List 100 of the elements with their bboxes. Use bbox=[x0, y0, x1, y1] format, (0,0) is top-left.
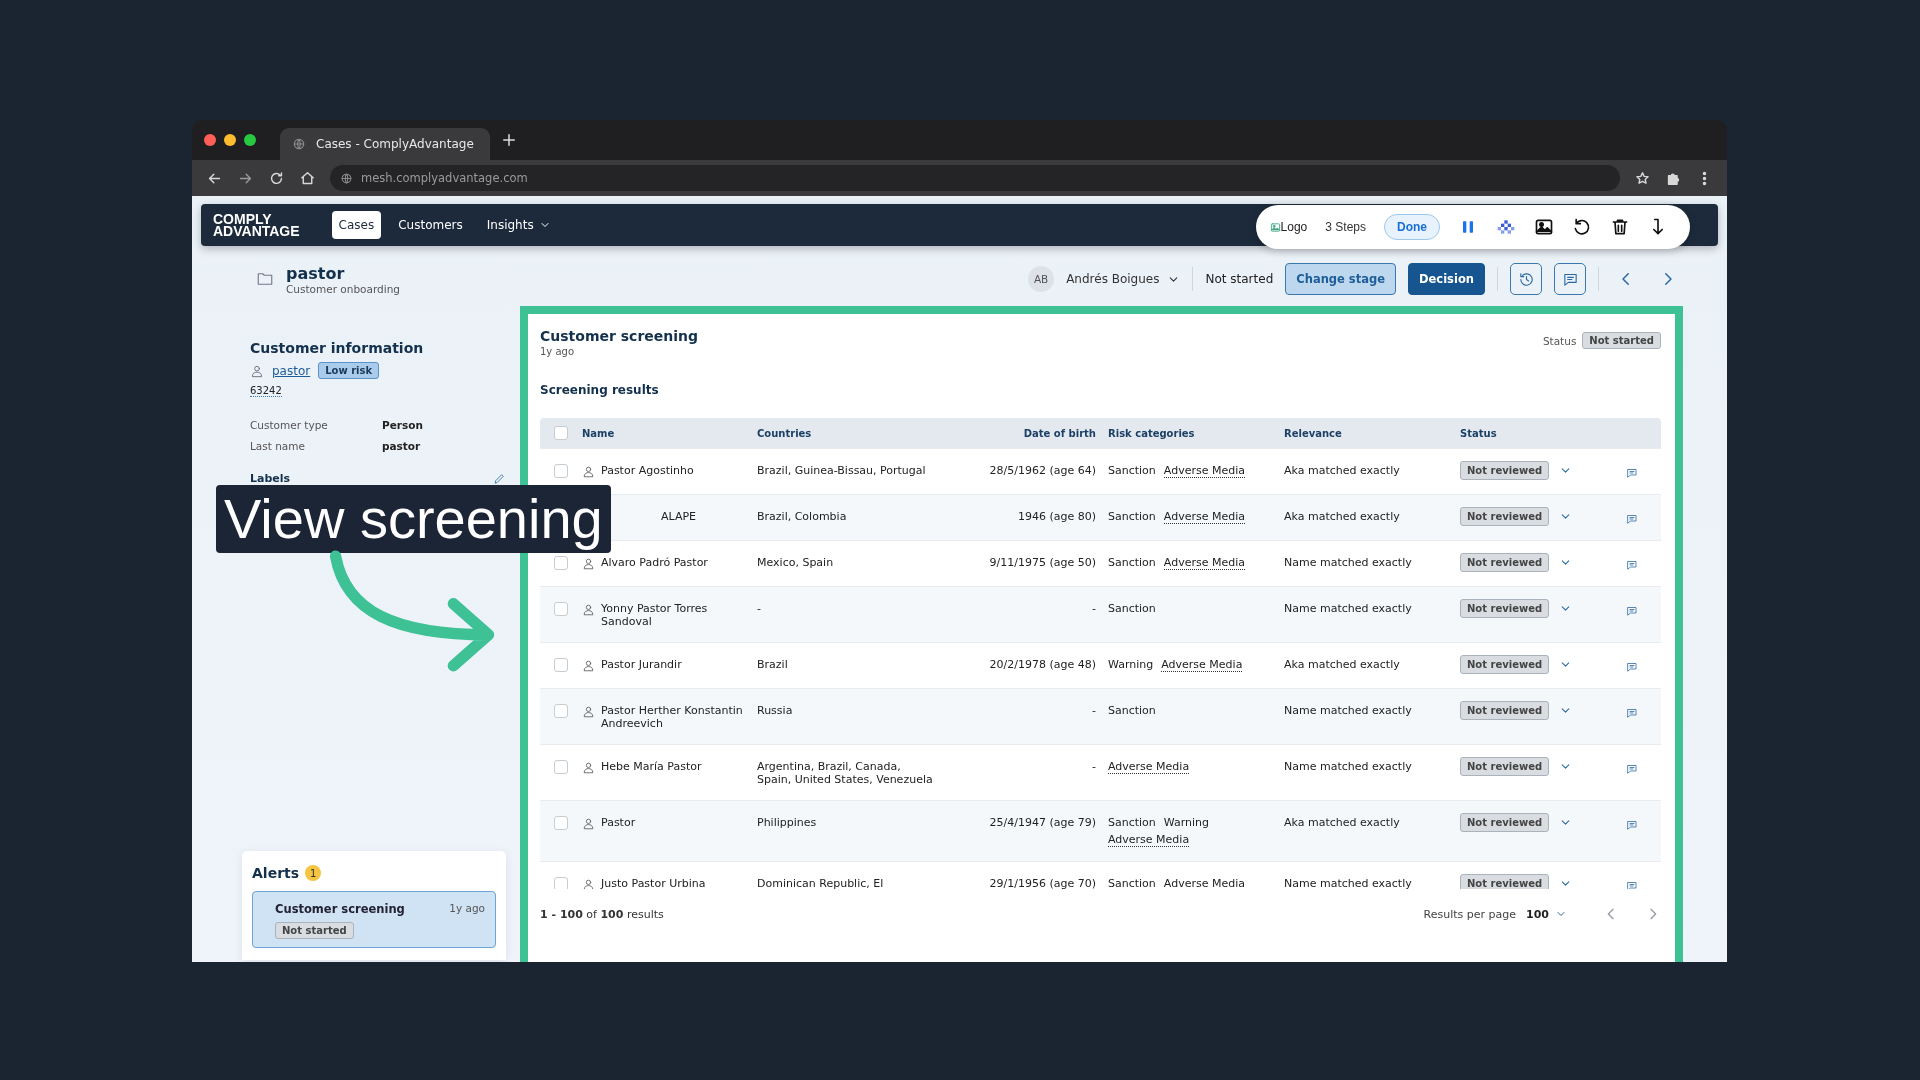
nav-tab[interactable]: Cases bbox=[331, 211, 382, 239]
panel-title: Customer screening bbox=[540, 328, 699, 344]
risk-tag: Sanction bbox=[1108, 464, 1156, 477]
risk-link[interactable]: Adverse Media bbox=[1108, 760, 1190, 774]
comment-icon[interactable] bbox=[1625, 880, 1638, 889]
comments-button[interactable] bbox=[1554, 263, 1586, 295]
comment-icon[interactable] bbox=[1625, 661, 1638, 673]
browser-tab[interactable]: Cases - ComplyAdvantage bbox=[280, 128, 490, 160]
status-badge: Not started bbox=[275, 922, 354, 939]
risk-tag: Sanction bbox=[1108, 510, 1156, 523]
person-icon bbox=[582, 603, 595, 616]
risk-link[interactable]: Adverse Media bbox=[1161, 658, 1243, 672]
table-cell: - bbox=[1092, 602, 1096, 615]
field-label: Last name bbox=[250, 440, 306, 452]
row-checkbox[interactable] bbox=[554, 704, 568, 718]
name-cell-text: Yonny Pastor Torres Sandoval bbox=[601, 602, 709, 628]
table-cell: 28/5/1962 (age 64) bbox=[989, 464, 1096, 477]
row-checkbox[interactable] bbox=[554, 464, 568, 478]
url-text: mesh.complyadvantage.com bbox=[361, 171, 528, 185]
decision-button[interactable]: Decision bbox=[1408, 263, 1485, 295]
done-button[interactable]: Done bbox=[1384, 214, 1440, 240]
person-icon bbox=[582, 761, 595, 774]
table-cell: Aka matched exactly bbox=[1284, 816, 1400, 829]
section-title: Screening results bbox=[540, 383, 660, 397]
new-tab-icon[interactable] bbox=[500, 131, 518, 149]
status-badge: Not reviewed bbox=[1460, 461, 1550, 480]
blur-icon[interactable] bbox=[1496, 217, 1516, 237]
nav-tab[interactable]: Customers bbox=[391, 211, 470, 239]
name-cell: ALAPE bbox=[661, 510, 696, 523]
window-control-icon[interactable] bbox=[224, 134, 236, 146]
column-header: Countries bbox=[757, 426, 813, 440]
home-icon[interactable] bbox=[299, 169, 316, 187]
field-value: Person bbox=[382, 419, 424, 431]
status-badge: Not reviewed bbox=[1460, 757, 1550, 776]
history-icon bbox=[1517, 270, 1535, 288]
bookmark-star-icon[interactable] bbox=[1634, 169, 1651, 187]
row-checkbox[interactable] bbox=[554, 602, 568, 616]
row-checkbox[interactable] bbox=[554, 816, 568, 830]
risk-link[interactable]: Adverse Media bbox=[1163, 877, 1245, 889]
risk-link[interactable]: Adverse Media bbox=[1108, 833, 1190, 847]
table-cell-text: Russia bbox=[757, 704, 794, 717]
globe-icon bbox=[292, 137, 306, 151]
assignee-dropdown[interactable]: Andrés Boigues bbox=[1066, 272, 1181, 286]
risk-badge: Low risk bbox=[318, 362, 380, 379]
table-cell: Aka matched exactly bbox=[1284, 464, 1400, 477]
comment-icon[interactable] bbox=[1625, 559, 1638, 571]
nav-tab[interactable]: Insights bbox=[479, 211, 558, 239]
caption-label: View screening bbox=[216, 485, 611, 553]
edit-icon[interactable] bbox=[493, 472, 506, 485]
change-stage-button[interactable]: Change stage bbox=[1285, 263, 1396, 295]
avatar: AB bbox=[1028, 266, 1055, 292]
customer-link[interactable]: pastor bbox=[272, 363, 311, 378]
globe-icon bbox=[340, 171, 353, 185]
table-cell-text: Brazil, Guinea-Bissau, Portugal bbox=[757, 464, 927, 477]
per-page-select[interactable]: 100 bbox=[1526, 907, 1577, 921]
status-badge: Not reviewed bbox=[1460, 655, 1550, 674]
risk-link[interactable]: Adverse Media bbox=[1163, 464, 1245, 478]
history-button[interactable] bbox=[1510, 263, 1542, 295]
comment-icon[interactable] bbox=[1625, 763, 1638, 775]
row-checkbox[interactable] bbox=[554, 556, 568, 570]
undo-icon[interactable] bbox=[1572, 217, 1592, 237]
address-bar[interactable]: mesh.complyadvantage.com bbox=[330, 165, 1620, 191]
table-cell-text: Dominican Republic, El bbox=[757, 877, 885, 889]
table-cell-text: Mexico, Spain bbox=[757, 556, 835, 569]
status-badge: Not reviewed bbox=[1460, 874, 1550, 889]
panel-time: 1y ago bbox=[540, 346, 576, 357]
comment-icon[interactable] bbox=[1625, 605, 1638, 617]
table-cell: 9/11/1975 (age 50) bbox=[989, 556, 1096, 569]
comment-icon[interactable] bbox=[1625, 707, 1638, 719]
column-header: Name bbox=[582, 426, 615, 440]
risk-tag: Sanction bbox=[1108, 556, 1156, 569]
comment-icon[interactable] bbox=[1625, 513, 1638, 525]
person-icon bbox=[582, 465, 595, 478]
status-badge: Not reviewed bbox=[1460, 507, 1550, 526]
delete-icon[interactable] bbox=[1610, 217, 1630, 237]
select-all-checkbox[interactable] bbox=[554, 426, 568, 440]
comment-icon[interactable] bbox=[1625, 819, 1638, 831]
row-checkbox[interactable] bbox=[554, 877, 568, 889]
table-cell-text: Argentina, Brazil, Canada, Spain, United States, Venezuela bbox=[757, 760, 934, 786]
risk-link[interactable]: Adverse Media bbox=[1163, 510, 1245, 524]
alert-item[interactable]: Customer screening 1y ago Not started bbox=[252, 891, 496, 948]
risk-link[interactable]: Adverse Media bbox=[1163, 556, 1245, 570]
reload-icon[interactable] bbox=[268, 169, 285, 187]
table-cell: Name matched exactly bbox=[1284, 602, 1412, 615]
field-label: Customer type bbox=[250, 419, 329, 431]
row-checkbox[interactable] bbox=[554, 760, 568, 774]
status-badge: Not reviewed bbox=[1460, 553, 1550, 572]
window-control-icon[interactable] bbox=[244, 134, 256, 146]
comment-icon[interactable] bbox=[1625, 467, 1638, 479]
person-icon bbox=[582, 817, 595, 830]
results-summary: 1 - 100 of 100 results bbox=[540, 907, 664, 921]
window-control-icon[interactable] bbox=[204, 134, 216, 146]
image-icon[interactable] bbox=[1534, 217, 1554, 237]
table-cell: Aka matched exactly bbox=[1284, 510, 1400, 523]
row-checkbox[interactable] bbox=[554, 658, 568, 672]
case-title: pastor bbox=[286, 263, 346, 283]
name-cell: Hebe María Pastor bbox=[601, 760, 702, 773]
status-badge: Not started bbox=[1582, 332, 1661, 349]
logo: COMPLY ADVANTAGE bbox=[213, 213, 300, 237]
name-cell: Pastor bbox=[601, 816, 636, 829]
